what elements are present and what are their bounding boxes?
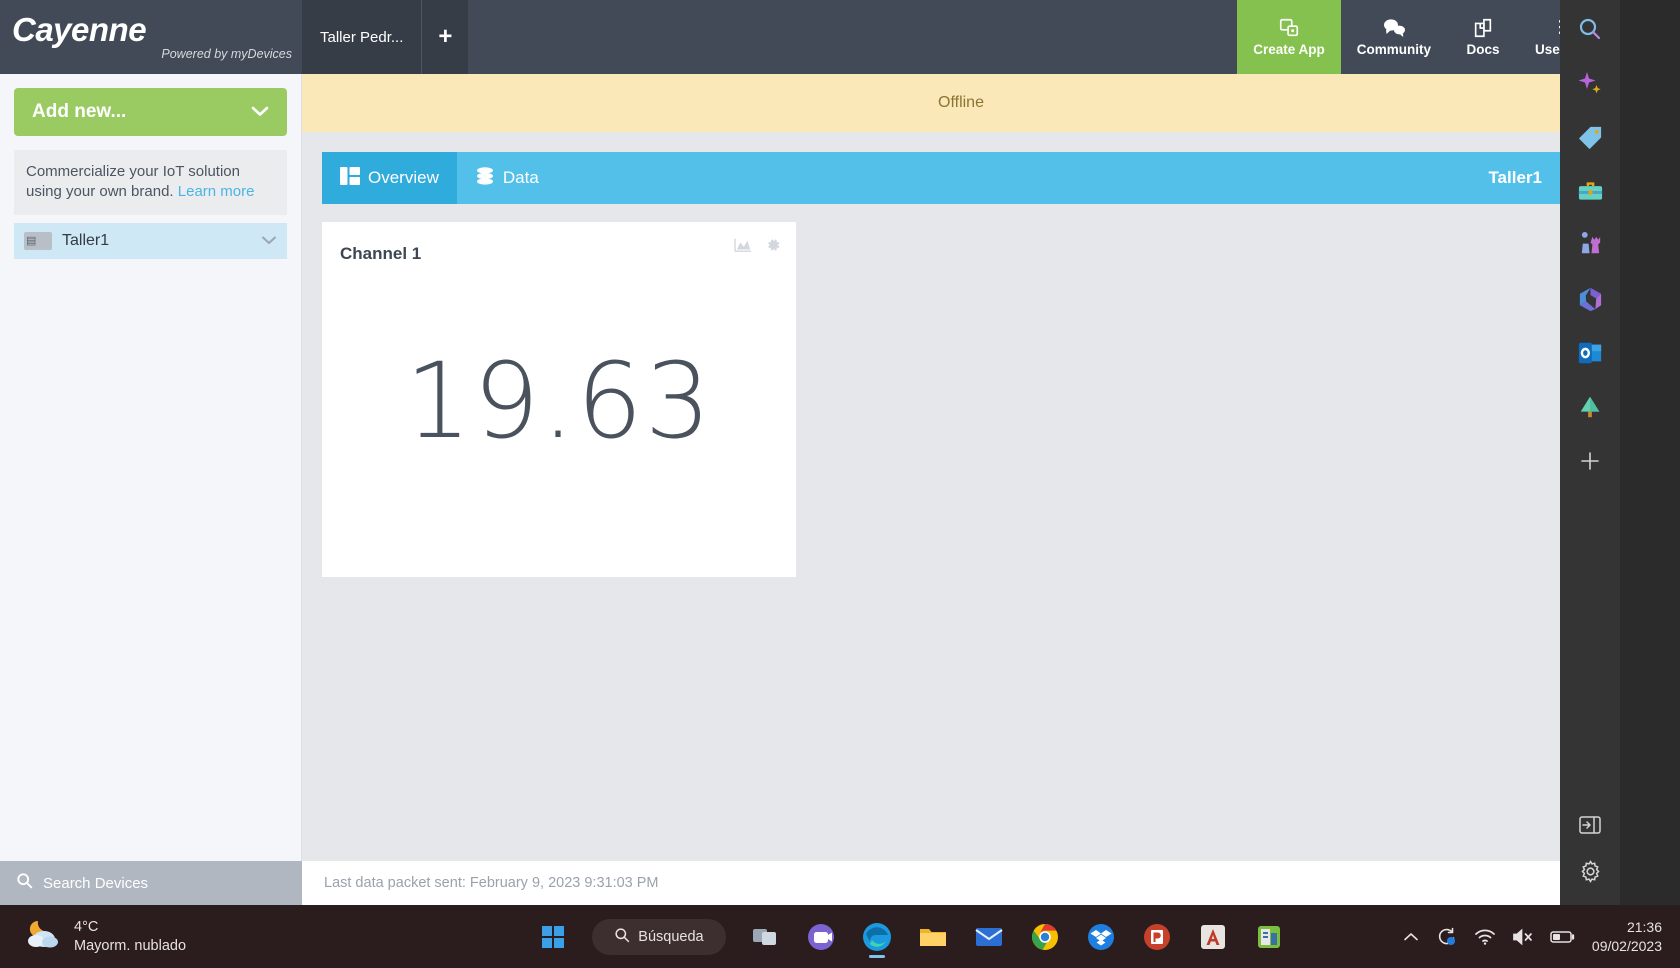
promo-banner: Commercialize your IoT solution using yo…: [14, 150, 287, 215]
search-devices-input[interactable]: Search Devices: [0, 861, 302, 905]
community-button[interactable]: Community: [1341, 0, 1447, 74]
wifi-icon[interactable]: [1474, 928, 1496, 946]
browser-tab-taller-pedro[interactable]: Taller Pedr...: [302, 0, 423, 74]
community-label: Community: [1356, 42, 1431, 57]
powerpoint-icon[interactable]: [1134, 914, 1180, 960]
weather-description: Mayorm. nublado: [74, 937, 187, 954]
tag-icon[interactable]: [1573, 120, 1607, 154]
widget-title: Channel 1: [340, 244, 422, 263]
add-new-label: Add new...: [32, 101, 127, 122]
tree-icon[interactable]: [1573, 390, 1607, 424]
new-tab-button[interactable]: +: [422, 0, 469, 74]
edge-icon[interactable]: [854, 914, 900, 960]
docs-icon: [1472, 17, 1494, 39]
promo-learn-more-link[interactable]: Learn more: [178, 183, 255, 200]
docs-label: Docs: [1466, 42, 1500, 57]
widget-toolbar: [734, 236, 782, 259]
chess-icon[interactable]: [1573, 228, 1607, 262]
microsoft-365-icon[interactable]: [1573, 282, 1607, 316]
outlook-icon[interactable]: [1573, 336, 1607, 370]
clock-date: 09/02/2023: [1591, 937, 1662, 954]
logo-brand-text: Cayenne: [12, 11, 147, 48]
browser-tab-label: Taller Pedr...: [320, 28, 404, 46]
docs-button[interactable]: Docs: [1447, 0, 1519, 74]
chevron-down-icon[interactable]: [261, 233, 277, 248]
main-content: Offline Overview Data Taller1 Channel 1 …: [302, 74, 1620, 905]
windows-side-panel-bottom: [1560, 796, 1620, 905]
search-icon[interactable]: [1573, 12, 1607, 46]
file-explorer-icon[interactable]: [910, 914, 956, 960]
settings-gear-icon[interactable]: [1578, 859, 1603, 889]
community-icon: [1382, 17, 1406, 39]
status-banner-text: Offline: [938, 94, 984, 111]
gear-icon[interactable]: [764, 236, 782, 259]
device-tab-group: Overview Data: [322, 152, 557, 204]
windows-side-panel: [1560, 0, 1620, 905]
plus-icon: +: [438, 23, 453, 50]
autocad-icon[interactable]: [1190, 914, 1236, 960]
sidebar-item-taller1[interactable]: ▤ Taller1: [14, 222, 287, 259]
expand-sidebar-icon[interactable]: [1578, 814, 1602, 841]
copilot-sparkle-icon[interactable]: [1573, 66, 1607, 100]
battery-icon[interactable]: [1550, 929, 1576, 945]
create-app-button[interactable]: Create App: [1237, 0, 1341, 74]
chart-icon[interactable]: [734, 237, 752, 258]
tab-overview[interactable]: Overview: [322, 152, 457, 204]
tab-overview-label: Overview: [368, 168, 439, 187]
search-icon: [16, 872, 33, 894]
weather-icon: [24, 918, 62, 955]
device-item-left: ▤ Taller1: [24, 231, 110, 250]
browser-tab-strip: Taller Pedr... +: [302, 0, 469, 74]
search-devices-placeholder: Search Devices: [43, 874, 149, 892]
task-view-icon[interactable]: [742, 914, 788, 960]
mail-icon[interactable]: [966, 914, 1012, 960]
weather-text: 4°C Mayorm. nublado: [74, 918, 186, 954]
volume-muted-icon[interactable]: [1512, 928, 1534, 946]
chrome-icon[interactable]: [1022, 914, 1068, 960]
taskbar-system-tray: 21:36 09/02/2023: [1402, 918, 1680, 954]
search-icon: [614, 927, 630, 947]
app-header: Cayenne Powered by myDevices Taller Pedr…: [0, 0, 1620, 74]
tab-data-label: Data: [502, 168, 539, 187]
last-packet-footer: Last data packet sent: February 9, 2023 …: [302, 861, 1620, 905]
taskbar-search-box[interactable]: Búsqueda: [592, 918, 726, 955]
app-logo[interactable]: Cayenne Powered by myDevices: [0, 0, 302, 74]
add-icon[interactable]: [1573, 444, 1607, 478]
cayenne-app: Cayenne Powered by myDevices Taller Pedr…: [0, 0, 1620, 905]
add-new-button[interactable]: Add new...: [14, 88, 287, 136]
show-hidden-icons-icon[interactable]: [1402, 930, 1420, 944]
device-icon: ▤: [24, 231, 52, 250]
device-label: Taller1: [62, 231, 110, 249]
device-title: Taller1: [1488, 168, 1542, 187]
dropbox-icon[interactable]: [1078, 914, 1124, 960]
dashboard-icon: [340, 166, 360, 190]
taskbar-clock[interactable]: 21:36 09/02/2023: [1592, 918, 1662, 954]
active-app-indicator: [868, 954, 885, 958]
start-button-icon[interactable]: [530, 914, 576, 960]
taskbar-search-label: Búsqueda: [638, 928, 704, 945]
create-app-icon: [1278, 17, 1300, 39]
widget-value: 19.63: [405, 340, 713, 462]
device-tab-bar: Overview Data Taller1: [322, 152, 1600, 204]
logo-tagline: Powered by myDevices: [161, 47, 292, 61]
database-icon: [475, 166, 495, 191]
header-spacer: [468, 0, 1237, 74]
taskbar-apps: Búsqueda: [420, 914, 1402, 960]
status-banner: Offline: [302, 74, 1620, 132]
toolbox-icon[interactable]: [1573, 174, 1607, 208]
create-app-label: Create App: [1253, 42, 1325, 57]
chevron-down-icon: [251, 104, 269, 121]
left-sidebar: Add new... Commercialize your IoT soluti…: [0, 74, 302, 905]
clock-time: 21:36: [1626, 919, 1662, 936]
weather-temperature: 4°C: [74, 919, 99, 936]
taskbar-weather-widget[interactable]: 4°C Mayorm. nublado: [0, 918, 420, 955]
widget-card-channel-1: Channel 1 19.63: [322, 222, 796, 577]
onedrive-sync-icon[interactable]: [1436, 927, 1458, 947]
windows-taskbar: 4°C Mayorm. nublado Búsqueda 21:36 09/02…: [0, 905, 1680, 968]
last-packet-text: Last data packet sent: February 9, 2023 …: [324, 875, 659, 891]
tab-data[interactable]: Data: [457, 152, 557, 204]
app-icon[interactable]: [1246, 914, 1292, 960]
teams-icon[interactable]: [798, 914, 844, 960]
